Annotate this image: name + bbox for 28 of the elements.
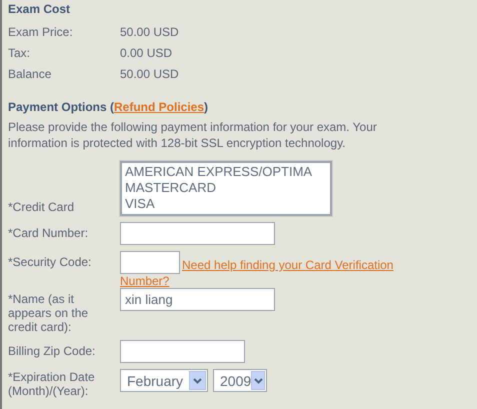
cost-label: Exam Price:	[8, 24, 74, 38]
cost-value: 50.00 USD	[120, 66, 179, 80]
month-dropdown[interactable]: February	[120, 369, 208, 392]
cost-label: Tax:	[8, 46, 32, 60]
year-dropdown[interactable]: 2009	[213, 369, 267, 392]
field-label: Billing Zip Code:	[8, 344, 96, 358]
cost-value: 50.00 USD	[120, 24, 179, 38]
field-label: *Security Code:	[8, 255, 92, 269]
cost-label: Balance	[8, 66, 52, 80]
section-heading: Payment Options (	[8, 100, 114, 114]
dropdown-value: February	[127, 372, 184, 388]
dropdown-value: 2009	[220, 372, 252, 388]
listbox-option[interactable]: VISA	[125, 196, 327, 212]
field-label: *Expiration Date (Month)/(Year):	[8, 370, 96, 398]
listbox-option[interactable]: MASTERCARD	[125, 180, 327, 196]
field-label: *Name (as it appears on the credit card):	[8, 292, 90, 334]
cost-value: 0.00 USD	[120, 46, 172, 60]
input-field[interactable]	[120, 251, 180, 274]
listbox-option[interactable]: AMERICAN EXPRESS/OPTIMA	[125, 164, 327, 180]
section-heading: Exam Cost	[8, 1, 72, 17]
field-label: *Credit Card	[8, 200, 76, 214]
credit-card-listbox[interactable]: AMERICAN EXPRESS/OPTIMA MASTERCARD VISA	[120, 161, 332, 216]
input-field[interactable]	[120, 340, 245, 363]
intro-text: Please provide the following payment information for your exam. Your information is protected with 128-bit SSL encryption technology.	[8, 119, 378, 151]
field-label: *Card Number:	[8, 226, 90, 240]
input-field[interactable]: xin liang	[120, 288, 275, 311]
heading-paren: )	[204, 100, 208, 114]
input-field[interactable]	[120, 222, 275, 245]
